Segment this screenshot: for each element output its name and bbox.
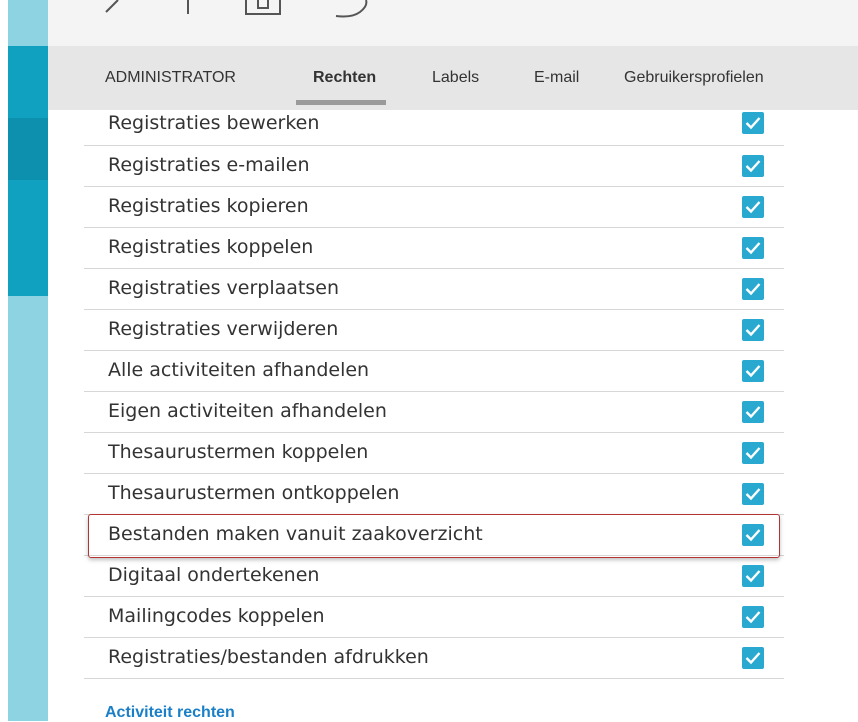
right-row: Registraties bewerken [84, 105, 784, 146]
right-row: Alle activiteiten afhandelen [84, 351, 784, 392]
right-label: Alle activiteiten afhandelen [108, 359, 370, 381]
right-label: Registraties verwijderen [108, 318, 339, 340]
right-row: Registraties verwijderen [84, 310, 784, 351]
checkmark-icon [745, 117, 761, 130]
toolbar [48, 0, 858, 46]
right-label: Thesaurustermen koppelen [108, 441, 369, 463]
tab-gebruikersprofielen[interactable]: Gebruikersprofielen [624, 69, 764, 87]
checkmark-icon [745, 406, 761, 419]
right-checkbox[interactable] [742, 155, 764, 177]
swirl-icon[interactable] [334, 0, 374, 26]
tab-labels[interactable]: Labels [432, 69, 479, 87]
checkmark-icon [745, 488, 761, 501]
right-row: Eigen activiteiten afhandelen [84, 392, 784, 433]
right-label: Digitaal ondertekenen [108, 564, 320, 586]
right-label: Eigen activiteiten afhandelen [108, 400, 387, 422]
right-row: Registraties e-mailen [84, 146, 784, 187]
checkmark-icon [745, 242, 761, 255]
right-checkbox[interactable] [742, 237, 764, 259]
right-checkbox[interactable] [742, 319, 764, 341]
tab-email[interactable]: E-mail [534, 69, 579, 87]
checkmark-icon [745, 365, 761, 378]
right-checkbox[interactable] [742, 442, 764, 464]
tab-administrator[interactable]: ADMINISTRATOR [105, 69, 236, 87]
right-checkbox[interactable] [742, 483, 764, 505]
tab-rechten[interactable]: Rechten [313, 69, 376, 87]
tab-bar: ADMINISTRATOR Rechten Labels E-mail Gebr… [48, 46, 858, 110]
right-checkbox[interactable] [742, 647, 764, 669]
right-label: Registraties verplaatsen [108, 277, 339, 299]
right-label: Thesaurustermen ontkoppelen [108, 482, 400, 504]
right-row: Registraties/bestanden afdrukken [84, 638, 784, 679]
checkmark-icon [745, 447, 761, 460]
right-row: Thesaurustermen koppelen [84, 433, 784, 474]
back-arrow-icon[interactable] [100, 0, 124, 24]
section-link-activiteit-rechten[interactable]: Activiteit rechten [105, 704, 235, 722]
right-label: Mailingcodes koppelen [108, 605, 325, 627]
checkmark-icon [745, 652, 761, 665]
right-label: Registraties e-mailen [108, 154, 310, 176]
right-label: Registraties/bestanden afdrukken [108, 646, 429, 668]
right-row: Mailingcodes koppelen [84, 597, 784, 638]
right-row: Thesaurustermen ontkoppelen [84, 474, 784, 515]
right-label: Registraties kopieren [108, 195, 309, 217]
checkmark-icon [745, 283, 761, 296]
checkmark-icon [745, 160, 761, 173]
right-checkbox[interactable] [742, 278, 764, 300]
right-row: Registraties koppelen [84, 228, 784, 269]
checkmark-icon [745, 570, 761, 583]
right-label: Registraties bewerken [108, 112, 320, 134]
sidebar-edge [0, 0, 8, 721]
checkmark-icon [745, 201, 761, 214]
right-checkbox[interactable] [742, 401, 764, 423]
right-checkbox[interactable] [742, 606, 764, 628]
checkmark-icon [745, 324, 761, 337]
right-checkbox[interactable] [742, 112, 764, 134]
separator-icon [186, 0, 190, 24]
right-row: Registraties kopieren [84, 187, 784, 228]
row-highlight-box [88, 514, 780, 558]
right-checkbox[interactable] [742, 360, 764, 382]
checkmark-icon [745, 611, 761, 624]
right-row: Registraties verplaatsen [84, 269, 784, 310]
sidebar-nav-active-item[interactable] [8, 118, 48, 180]
right-row: Digitaal ondertekenen [84, 556, 784, 597]
right-checkbox[interactable] [742, 565, 764, 587]
right-checkbox[interactable] [742, 196, 764, 218]
right-label: Registraties koppelen [108, 236, 314, 258]
box-icon[interactable] [244, 0, 284, 24]
